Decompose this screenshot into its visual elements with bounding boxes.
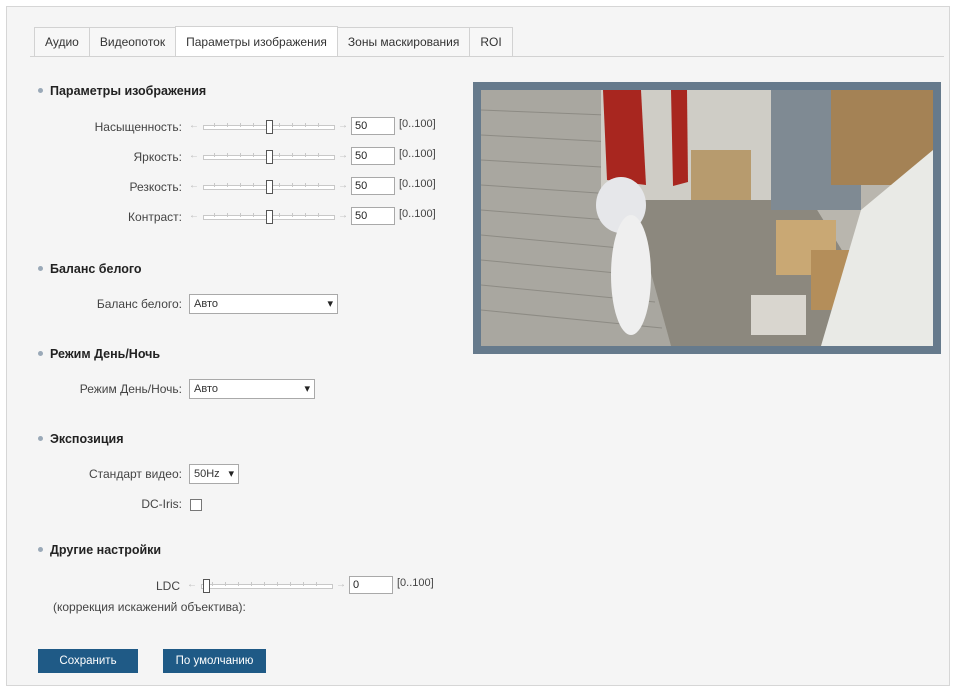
chevron-down-icon: ▾: [327, 298, 333, 310]
arrow-left-icon[interactable]: ←: [187, 579, 197, 591]
day-night-select[interactable]: Авто ▾: [189, 379, 315, 399]
contrast-slider-thumb[interactable]: [266, 210, 273, 224]
dc-iris-label: DC-Iris:: [141, 497, 182, 511]
tab-video-stream[interactable]: Видеопоток: [88, 27, 177, 56]
white-balance-value: Авто: [194, 298, 218, 310]
saturation-input[interactable]: 50: [351, 117, 395, 135]
contrast-slider-row: ← → 50 [0..100]: [189, 207, 449, 225]
save-button[interactable]: Сохранить: [38, 649, 138, 673]
tab-roi[interactable]: ROI: [469, 27, 513, 56]
section-title-text: Другие настройки: [50, 543, 162, 557]
contrast-range: [0..100]: [399, 208, 436, 220]
brightness-input[interactable]: 50: [351, 147, 395, 165]
brightness-slider-thumb[interactable]: [266, 150, 273, 164]
sharpness-slider[interactable]: [203, 180, 335, 194]
bullet-icon: [38, 436, 43, 442]
contrast-input[interactable]: 50: [351, 207, 395, 225]
ldc-slider-thumb[interactable]: [203, 579, 210, 593]
arrow-left-icon[interactable]: ←: [189, 180, 199, 192]
ldc-label: LDC: [155, 579, 180, 593]
default-button[interactable]: По умолчанию: [163, 649, 266, 673]
tab-image-params[interactable]: Параметры изображения: [175, 26, 338, 57]
arrow-right-icon[interactable]: →: [338, 120, 348, 132]
section-title-text: Экспозиция: [50, 432, 124, 446]
ldc-input[interactable]: 0: [349, 576, 393, 594]
arrow-right-icon[interactable]: →: [336, 579, 346, 591]
contrast-label: Контраст:: [128, 210, 182, 224]
brightness-slider[interactable]: [203, 150, 335, 164]
ldc-range: [0..100]: [397, 577, 434, 589]
white-balance-label: Баланс белого:: [96, 297, 182, 311]
tab-privacy-masks[interactable]: Зоны маскирования: [336, 27, 471, 56]
contrast-slider[interactable]: [203, 210, 335, 224]
section-exposure: Экспозиция: [38, 432, 124, 446]
bullet-icon: [38, 88, 43, 94]
sharpness-slider-thumb[interactable]: [266, 180, 273, 194]
tab-bar: Аудио Видеопоток Параметры изображения З…: [34, 26, 513, 57]
saturation-range: [0..100]: [399, 118, 436, 130]
chevron-down-icon: ▾: [228, 468, 234, 480]
section-title-text: Режим День/Ночь: [50, 347, 161, 361]
arrow-left-icon[interactable]: ←: [189, 150, 199, 162]
video-standard-select[interactable]: 50Hz ▾: [189, 464, 239, 484]
saturation-label: Насыщенность:: [94, 120, 182, 134]
bullet-icon: [38, 547, 43, 553]
sharpness-input[interactable]: 50: [351, 177, 395, 195]
tab-audio[interactable]: Аудио: [34, 27, 90, 56]
saturation-slider-row: ← → 50 [0..100]: [189, 117, 449, 135]
section-day-night: Режим День/Ночь: [38, 347, 160, 361]
section-white-balance: Баланс белого: [38, 262, 142, 276]
chevron-down-icon: ▾: [304, 383, 310, 395]
ldc-slider[interactable]: [201, 579, 333, 593]
section-title-text: Параметры изображения: [50, 84, 207, 98]
dc-iris-checkbox[interactable]: [190, 499, 202, 511]
arrow-left-icon[interactable]: ←: [189, 210, 199, 222]
bullet-icon: [38, 351, 43, 357]
ldc-description: (коррекция искажений объектива):: [53, 600, 246, 614]
section-title-text: Баланс белого: [50, 262, 142, 276]
saturation-slider[interactable]: [203, 120, 335, 134]
section-other-settings: Другие настройки: [38, 543, 161, 557]
bullet-icon: [38, 266, 43, 272]
sharpness-range: [0..100]: [399, 178, 436, 190]
saturation-slider-thumb[interactable]: [266, 120, 273, 134]
sharpness-label: Резкость:: [129, 180, 182, 194]
video-standard-label: Стандарт видео:: [88, 467, 182, 481]
day-night-value: Авто: [194, 383, 218, 395]
brightness-range: [0..100]: [399, 148, 436, 160]
brightness-slider-row: ← → 50 [0..100]: [189, 147, 449, 165]
camera-preview: [473, 82, 941, 354]
day-night-label: Режим День/Ночь:: [79, 382, 182, 396]
tab-divider: [30, 56, 944, 57]
arrow-right-icon[interactable]: →: [338, 180, 348, 192]
arrow-left-icon[interactable]: ←: [189, 120, 199, 132]
white-balance-select[interactable]: Авто ▾: [189, 294, 338, 314]
section-image-params: Параметры изображения: [38, 84, 206, 98]
sharpness-slider-row: ← → 50 [0..100]: [189, 177, 449, 195]
brightness-label: Яркость:: [133, 150, 182, 164]
arrow-right-icon[interactable]: →: [338, 150, 348, 162]
arrow-right-icon[interactable]: →: [338, 210, 348, 222]
video-standard-value: 50Hz: [194, 468, 220, 480]
camera-preview-image: [481, 90, 933, 346]
ldc-slider-row: ← → 0 [0..100]: [187, 576, 447, 594]
